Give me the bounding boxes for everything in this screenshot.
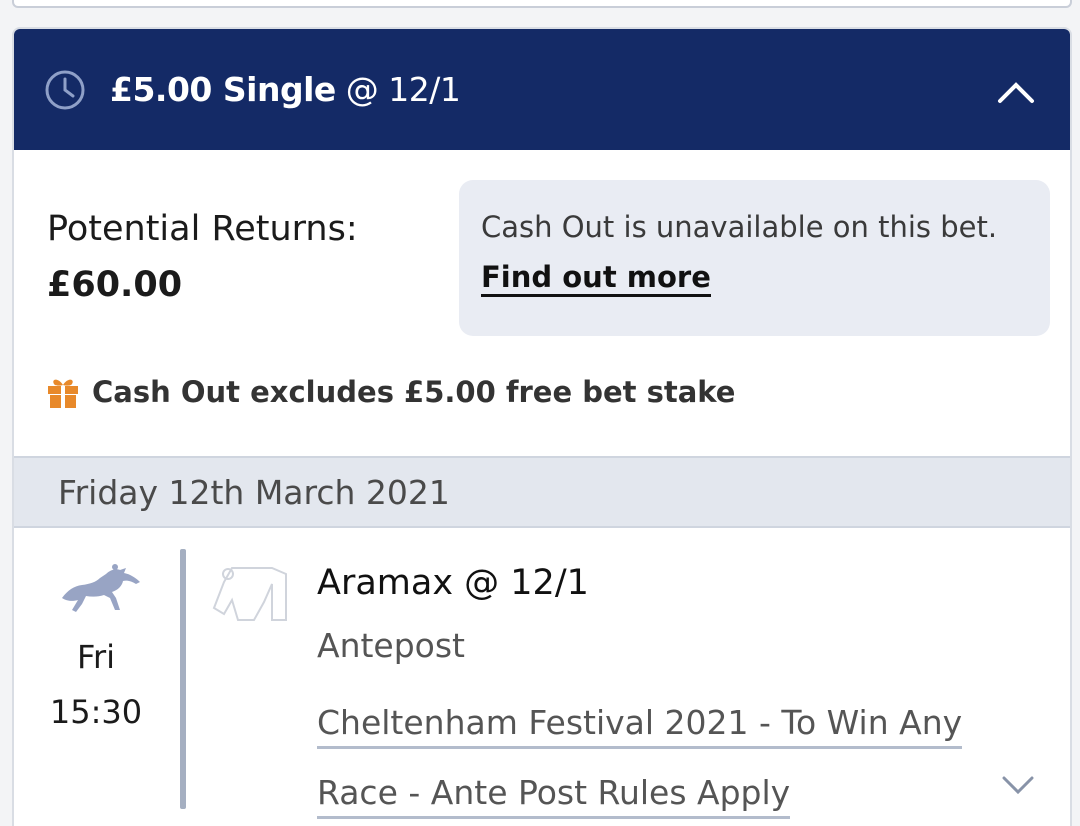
clock-icon	[45, 70, 85, 109]
event-time: 15:30	[49, 693, 143, 731]
freebet-notice: Cash Out excludes £5.00 free bet stake	[46, 375, 735, 409]
market-type: Antepost	[317, 626, 466, 665]
race-link-wrapper: Cheltenham Festival 2021 - To Win Any Ra…	[317, 688, 977, 826]
gift-icon	[48, 379, 78, 408]
previous-card-edge	[12, 0, 1072, 8]
cashout-message: Cash Out is unavailable on this bet.	[481, 210, 998, 244]
selection-name: Aramax @ 12/1	[317, 563, 589, 603]
horse-racing-icon	[62, 564, 140, 612]
bet-header[interactable]: £5.00 Single @ 12/1	[14, 29, 1070, 150]
chevron-up-icon[interactable]	[996, 77, 1036, 105]
find-out-more-link[interactable]: Find out more	[481, 261, 711, 297]
event-day: Fri	[76, 638, 116, 676]
event-date: Friday 12th March 2021	[58, 472, 450, 512]
bet-title: £5.00 Single	[110, 70, 336, 109]
potential-returns-value: £60.00	[47, 265, 183, 305]
jockey-silks-icon	[212, 567, 287, 621]
bet-card: £5.00 Single @ 12/1 Potential Returns: £…	[12, 27, 1072, 826]
event-divider	[180, 549, 186, 809]
chevron-down-icon[interactable]	[1000, 772, 1036, 796]
event-date-bar: Friday 12th March 2021	[14, 456, 1070, 528]
race-link[interactable]: Cheltenham Festival 2021 - To Win Any Ra…	[317, 703, 963, 819]
bet-odds: @ 12/1	[345, 70, 461, 109]
cashout-info-box: Cash Out is unavailable on this bet. Fin…	[459, 180, 1050, 336]
event-row: Fri 15:30 Aramax @ 12/1 Antepost Chelten…	[14, 528, 1070, 826]
freebet-text: Cash Out excludes £5.00 free bet stake	[92, 375, 736, 409]
potential-returns-label: Potential Returns:	[47, 209, 358, 249]
